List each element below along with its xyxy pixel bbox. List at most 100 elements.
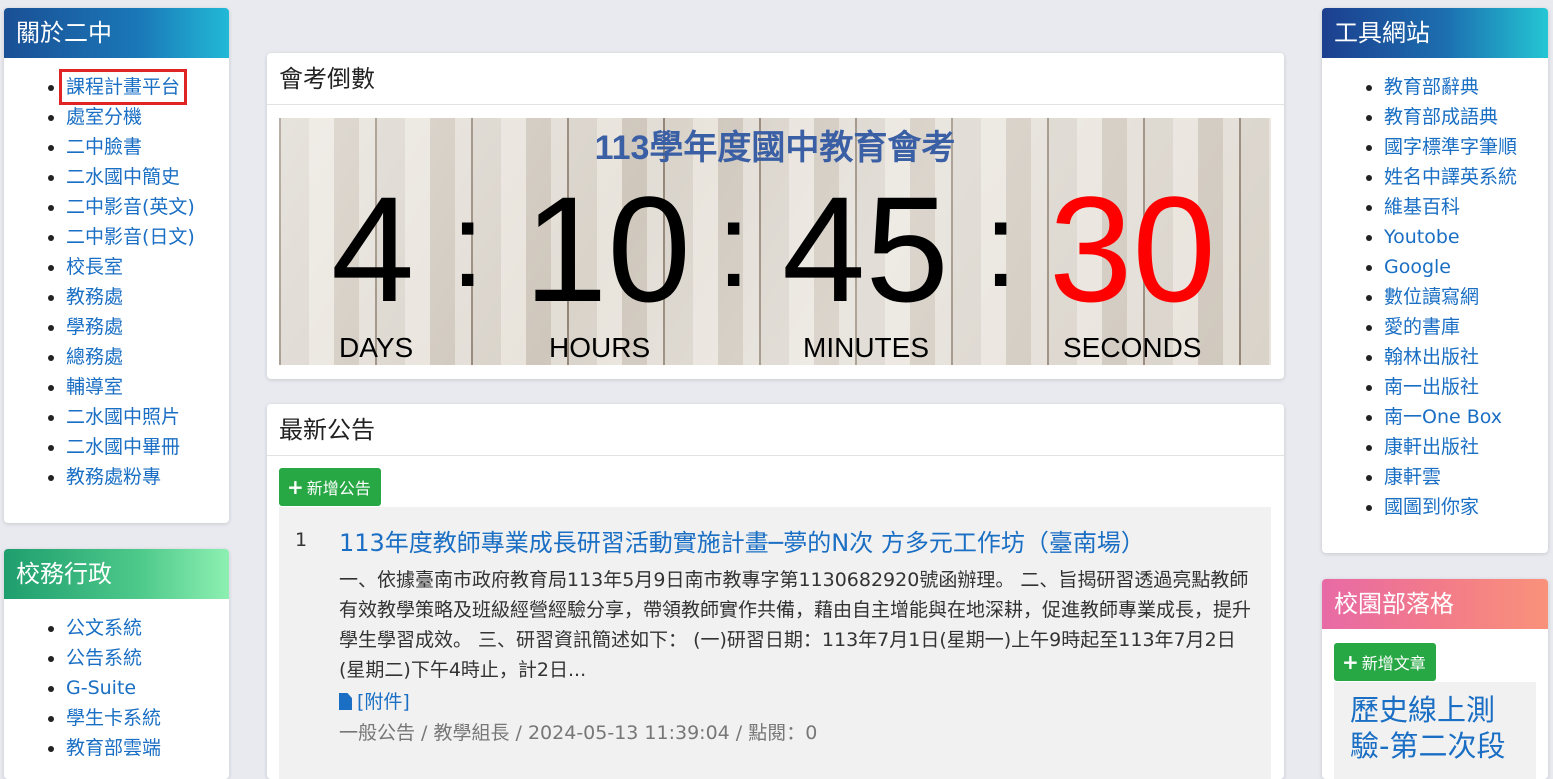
photos-link[interactable]: 二水國中照片	[66, 406, 180, 428]
admin-header: 校務行政	[4, 549, 229, 599]
list-item: 維基百科	[1384, 192, 1548, 222]
plus-icon: +	[287, 475, 304, 499]
countdown-banner: 113學年度國中教育會考 4 : 10 : 45 : 30 DAYS HOURS…	[279, 118, 1271, 365]
about-list: 課程計畫平台 處室分機 二中臉書 二水國中簡史 二中影音(英文) 二中影音(日文…	[4, 58, 229, 492]
minutes-value: 45	[782, 165, 949, 333]
list-item: 二水國中畢冊	[66, 432, 229, 462]
hours-value: 10	[524, 165, 691, 333]
list-item: 1 113年度教師專業成長研習活動實施計畫─夢的N次 方多元工作坊（臺南場） 一…	[279, 507, 1271, 779]
list-item: 課程計畫平台	[58, 69, 229, 105]
list-item: 教育部成語典	[1384, 102, 1548, 132]
list-item: 翰林出版社	[1384, 342, 1548, 372]
countdown-header: 會考倒數	[267, 53, 1284, 105]
list-item: 教育部辭典	[1384, 72, 1548, 102]
list-item: Google	[1384, 252, 1548, 282]
list-item: 學生卡系統	[66, 703, 229, 733]
name-translation-link[interactable]: 姓名中譯英系統	[1384, 166, 1517, 188]
youtube-link[interactable]: Youtobe	[1384, 226, 1460, 248]
facebook-link[interactable]: 二中臉書	[66, 136, 142, 158]
list-item: 姓名中譯英系統	[1384, 162, 1548, 192]
add-announcement-button[interactable]: + 新增公告	[279, 468, 381, 506]
tools-list: 教育部辭典 教育部成語典 國字標準字筆順 姓名中譯英系統 維基百科 Youtob…	[1322, 58, 1548, 522]
principal-link[interactable]: 校長室	[66, 256, 123, 278]
moe-idiom-link[interactable]: 教育部成語典	[1384, 106, 1498, 128]
colon-2: :	[717, 178, 751, 312]
office-ext-link[interactable]: 處室分機	[66, 106, 142, 128]
blog-post: 歷史線上測驗-第二次段	[1334, 682, 1536, 779]
list-item: 公告系統	[66, 643, 229, 673]
countdown-card: 會考倒數 113學年度國中教育會考 4 : 10 : 45 : 30 DAYS …	[267, 53, 1284, 379]
list-item: 國字標準字筆順	[1384, 132, 1548, 162]
list-item: G-Suite	[66, 673, 229, 703]
national-library-link[interactable]: 國圖到你家	[1384, 496, 1479, 518]
news-header: 最新公告	[267, 404, 1284, 456]
about-card: 關於二中 課程計畫平台 處室分機 二中臉書 二水國中簡史 二中影音(英文) 二中…	[4, 8, 229, 523]
list-item: 教育部雲端	[66, 733, 229, 763]
about-header: 關於二中	[4, 8, 229, 58]
video-jp-link[interactable]: 二中影音(日文)	[66, 226, 195, 248]
nani-link[interactable]: 南一出版社	[1384, 376, 1479, 398]
blog-card: 校園部落格 + 新增文章 歷史線上測驗-第二次段	[1322, 579, 1548, 779]
colon-3: :	[984, 178, 1018, 312]
hanlin-link[interactable]: 翰林出版社	[1384, 346, 1479, 368]
kangxuan-cloud-link[interactable]: 康軒雲	[1384, 466, 1441, 488]
yearbook-link[interactable]: 二水國中畢冊	[66, 436, 180, 458]
video-en-link[interactable]: 二中影音(英文)	[66, 196, 195, 218]
tools-header: 工具網站	[1322, 8, 1548, 58]
plus-icon: +	[1342, 650, 1359, 674]
news-body: 一、依據臺南市政府教育局113年5月9日南市教專字第1130682920號函辦理…	[339, 569, 1252, 681]
news-title-link[interactable]: 113年度教師專業成長研習活動實施計畫─夢的N次 方多元工作坊（臺南場）	[339, 523, 1145, 558]
list-item: 二水國中照片	[66, 402, 229, 432]
add-announcement-label: 新增公告	[306, 479, 371, 498]
love-library-link[interactable]: 愛的書庫	[1384, 316, 1460, 338]
news-meta: 一般公告 / 教學組長 / 2024-05-13 11:39:04 / 點閱：0	[339, 722, 818, 744]
list-item: Youtobe	[1384, 222, 1548, 252]
attachment-label: [附件]	[357, 691, 410, 713]
list-item: 二中臉書	[66, 132, 229, 162]
wikipedia-link[interactable]: 維基百科	[1384, 196, 1460, 218]
exam-title: 113學年度國中教育會考	[594, 129, 956, 167]
announcement-system-link[interactable]: 公告系統	[66, 647, 142, 669]
list-item: 校長室	[66, 252, 229, 282]
moe-dictionary-link[interactable]: 教育部辭典	[1384, 76, 1479, 98]
seconds-label: SECONDS	[1063, 332, 1202, 363]
digital-reading-link[interactable]: 數位讀寫網	[1384, 286, 1479, 308]
list-item: 國圖到你家	[1384, 492, 1548, 522]
academic-affairs-link[interactable]: 教務處	[66, 286, 123, 308]
kangxuan-link[interactable]: 康軒出版社	[1384, 436, 1479, 458]
course-plan-link[interactable]: 課程計畫平台	[58, 69, 188, 105]
seconds-value: 30	[1049, 165, 1216, 333]
academic-fanpage-link[interactable]: 教務處粉專	[66, 466, 161, 488]
list-item: 二水國中簡史	[66, 162, 229, 192]
attachment-link[interactable]: [附件]	[339, 687, 410, 714]
google-link[interactable]: Google	[1384, 256, 1451, 278]
blog-post-title-link[interactable]: 歷史線上測驗-第二次段	[1350, 692, 1530, 764]
list-item: 二中影音(英文)	[66, 192, 229, 222]
blog-header: 校園部落格	[1322, 579, 1548, 629]
counseling-link[interactable]: 輔導室	[66, 376, 123, 398]
list-item: 二中影音(日文)	[66, 222, 229, 252]
student-affairs-link[interactable]: 學務處	[66, 316, 123, 338]
list-item: 數位讀寫網	[1384, 282, 1548, 312]
list-item: 處室分機	[66, 102, 229, 132]
list-item: 愛的書庫	[1384, 312, 1548, 342]
admin-card: 校務行政 公文系統 公告系統 G-Suite 學生卡系統 教育部雲端	[4, 549, 229, 779]
list-item: 南一出版社	[1384, 372, 1548, 402]
news-number: 1	[295, 529, 308, 551]
general-affairs-link[interactable]: 總務處	[66, 346, 123, 368]
stroke-order-link[interactable]: 國字標準字筆順	[1384, 136, 1517, 158]
list-item: 學務處	[66, 312, 229, 342]
gsuite-link[interactable]: G-Suite	[66, 677, 136, 699]
tools-card: 工具網站 教育部辭典 教育部成語典 國字標準字筆順 姓名中譯英系統 維基百科 Y…	[1322, 8, 1548, 553]
list-item: 教務處	[66, 282, 229, 312]
add-article-button[interactable]: + 新增文章	[1334, 643, 1436, 681]
history-link[interactable]: 二水國中簡史	[66, 166, 180, 188]
list-item: 康軒雲	[1384, 462, 1548, 492]
nani-onebox-link[interactable]: 南一One Box	[1384, 406, 1502, 428]
news-card: 最新公告 + 新增公告 1 113年度教師專業成長研習活動實施計畫─夢的N次 方多…	[267, 404, 1284, 779]
days-value: 4	[331, 165, 415, 333]
student-card-link[interactable]: 學生卡系統	[66, 707, 161, 729]
document-system-link[interactable]: 公文系統	[66, 617, 142, 639]
days-label: DAYS	[339, 332, 414, 363]
add-article-label: 新增文章	[1361, 654, 1426, 673]
